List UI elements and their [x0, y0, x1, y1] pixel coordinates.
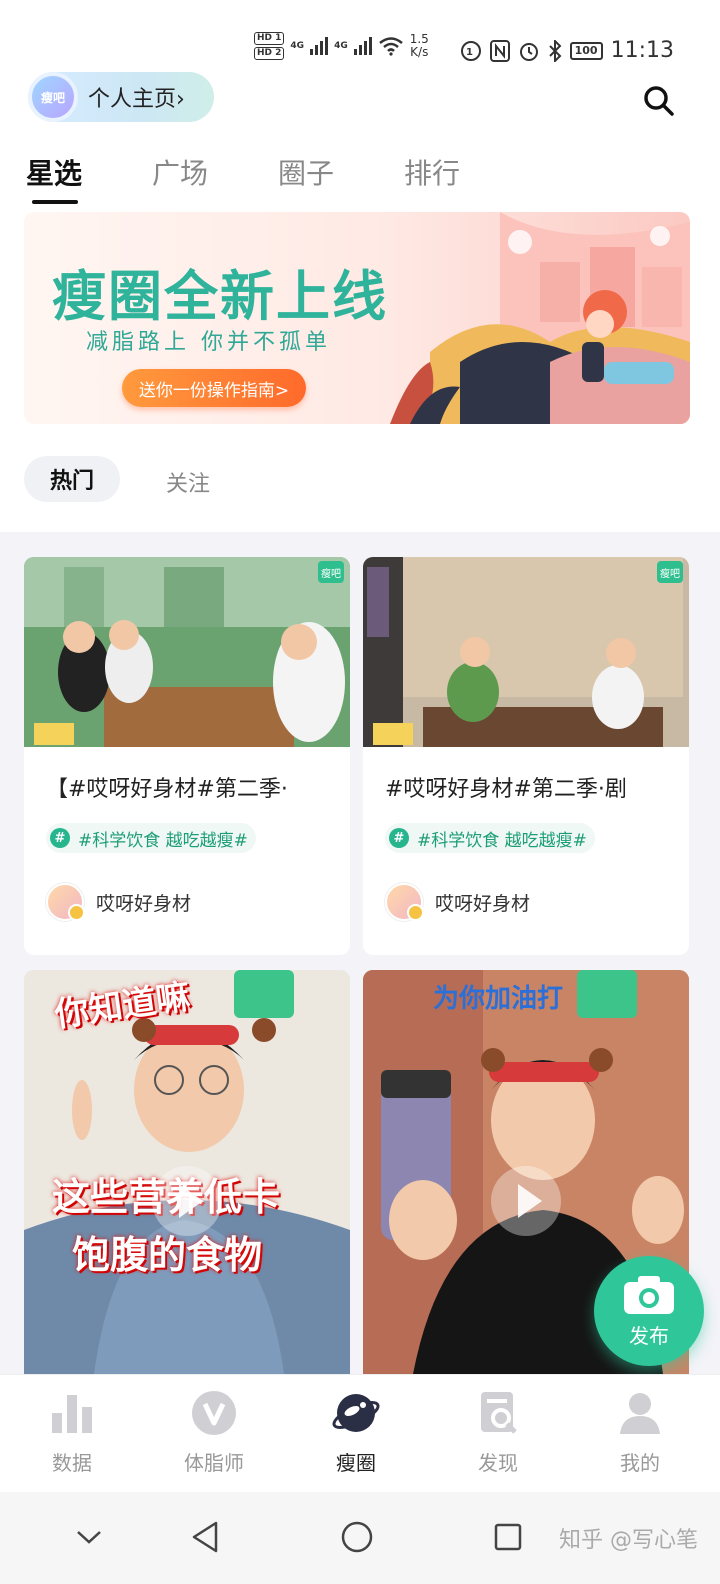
search-icon[interactable] — [642, 84, 676, 118]
thumbnail-image — [24, 557, 350, 747]
post-thumbnail: 瘦吧 — [363, 557, 689, 747]
nav-label: 体脂师 — [184, 1451, 244, 1475]
status-time: 11:13 — [610, 38, 674, 63]
home-icon[interactable] — [332, 1512, 382, 1562]
system-nav: 知乎 @写心笔 — [0, 1492, 720, 1584]
post-thumbnail: 瘦吧 — [24, 557, 350, 747]
signal-2-icon — [353, 37, 372, 55]
video-caption-top: 为你加油打 — [433, 984, 564, 1014]
nav-item-circle[interactable]: 瘦圈 — [296, 1387, 416, 1476]
banner-title: 瘦圈全新上线 — [52, 265, 388, 328]
hd2-indicator: HD 2 — [254, 47, 285, 60]
svg-text:1: 1 — [466, 47, 473, 58]
battery-icon: 100 — [569, 41, 603, 60]
collapse-icon[interactable] — [64, 1512, 114, 1562]
author-name: 哎呀好身材 — [96, 892, 192, 915]
bottom-nav: 数据 体脂师 瘦圈 发现 我的 — [0, 1374, 720, 1492]
tag-text: #科学饮食 越吃越瘦# — [417, 830, 587, 851]
banner-subtitle: 减脂路上 你并不孤单 — [86, 330, 331, 355]
author-avatar — [46, 883, 85, 921]
bar-chart-icon — [12, 1387, 132, 1439]
banner-illustration — [390, 212, 690, 424]
tag-text: #科学饮食 越吃越瘦# — [78, 830, 248, 851]
bluetooth-icon — [548, 39, 562, 62]
thumbnail-image — [363, 557, 689, 747]
hd1-indicator: HD 1 — [254, 32, 285, 45]
nav-label: 数据 — [52, 1451, 92, 1475]
hashtag-icon: # — [389, 828, 409, 848]
author-name: 哎呀好身材 — [435, 892, 531, 915]
network-type-2: 4G — [334, 41, 348, 51]
profile-button[interactable]: 瘦吧 个人主页› — [28, 72, 214, 122]
tab-square[interactable]: 广场 — [152, 152, 208, 192]
hashtag-icon: # — [50, 828, 70, 848]
video-caption-main-2: 饱腹的食物 — [72, 1233, 263, 1277]
wifi-icon — [378, 37, 403, 56]
profile-label-text: 个人主页 — [88, 87, 177, 112]
tab-ranking[interactable]: 排行 — [404, 152, 460, 192]
brand-badge: 瘦吧 — [318, 561, 344, 583]
nav-label: 瘦圈 — [336, 1451, 376, 1475]
filter-follow[interactable]: 关注 — [166, 466, 210, 498]
filter-hot[interactable]: 热门 — [24, 456, 120, 502]
publish-label: 发布 — [629, 1323, 669, 1348]
nav-item-me[interactable]: 我的 — [580, 1387, 700, 1476]
publish-button[interactable]: 发布 — [594, 1256, 704, 1366]
post-card[interactable]: 瘦吧 #哎呀好身材#第二季·剧 # #科学饮食 越吃越瘦# 哎呀好身材 — [363, 557, 689, 955]
top-tabs: 星选 广场 圈子 排行 — [26, 152, 460, 204]
planet-icon — [296, 1387, 416, 1439]
network-type-1: 4G — [290, 41, 305, 51]
play-icon[interactable] — [491, 1166, 561, 1236]
hd-call-icon: 1 — [460, 40, 481, 61]
tab-featured[interactable]: 星选 — [26, 152, 82, 204]
post-author[interactable]: 哎呀好身材 — [385, 883, 530, 921]
guide-button[interactable]: 送你一份操作指南> — [122, 369, 306, 407]
nav-item-data[interactable]: 数据 — [12, 1387, 132, 1476]
play-icon[interactable] — [152, 1166, 222, 1236]
profile-label: 个人主页› — [88, 81, 185, 113]
camera-icon — [624, 1275, 674, 1314]
signal-1-icon — [310, 37, 329, 55]
post-card[interactable]: 瘦吧 【#哎呀好身材#第二季· # #科学饮食 越吃越瘦# 哎呀好身材 — [24, 557, 350, 955]
v-circle-icon — [154, 1387, 274, 1439]
nfc-icon — [489, 39, 510, 62]
chevron-right-icon: › — [176, 87, 185, 112]
brand-badge: 瘦吧 — [657, 561, 683, 583]
status-left: HD 1 HD 2 4G 4G 1.5 K/s — [254, 32, 429, 60]
alarm-icon — [519, 42, 538, 61]
status-bar: HD 1 HD 2 4G 4G 1.5 K/s 1 100 11:13 — [0, 0, 720, 64]
back-icon[interactable] — [180, 1512, 230, 1562]
discover-doc-icon — [438, 1387, 558, 1439]
logo-text: 瘦吧 — [40, 90, 65, 105]
watermark: 知乎 @写心笔 — [559, 1528, 698, 1553]
speed-unit: K/s — [410, 45, 429, 59]
recents-icon[interactable] — [483, 1512, 533, 1562]
post-title: 【#哎呀好身材#第二季· — [46, 777, 288, 802]
topic-tag[interactable]: # #科学饮食 越吃越瘦# — [46, 823, 256, 853]
post-author[interactable]: 哎呀好身材 — [46, 883, 191, 921]
nav-item-discover[interactable]: 发现 — [438, 1387, 558, 1476]
topic-tag[interactable]: # #科学饮食 越吃越瘦# — [385, 823, 595, 853]
status-right: 1 100 11:13 — [460, 38, 674, 63]
network-speed: 1.5 K/s — [410, 33, 429, 59]
tab-circles[interactable]: 圈子 — [278, 152, 334, 192]
author-avatar — [385, 883, 424, 921]
nav-label: 我的 — [620, 1451, 660, 1475]
video-card[interactable]: 你知道嘛 这些营养低卡 饱腹的食物 — [24, 970, 350, 1374]
nav-item-coach[interactable]: 体脂师 — [154, 1387, 274, 1476]
app-logo-avatar: 瘦吧 — [28, 72, 78, 122]
post-title: #哎呀好身材#第二季·剧 — [385, 777, 627, 802]
nav-label: 发现 — [478, 1451, 518, 1475]
promo-banner[interactable]: 瘦圈全新上线 减脂路上 你并不孤单 送你一份操作指南> — [24, 212, 690, 424]
person-icon — [580, 1387, 700, 1439]
